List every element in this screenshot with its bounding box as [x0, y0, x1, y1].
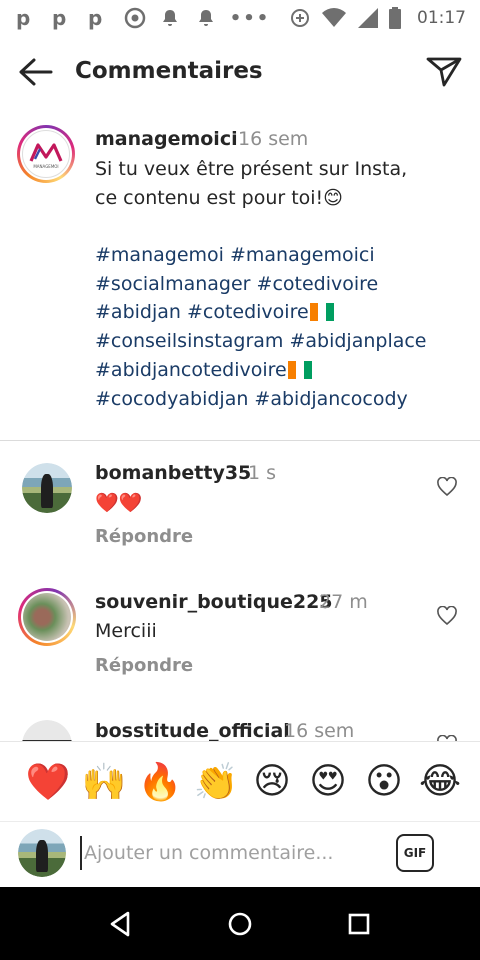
- clock: 01:17: [417, 8, 466, 28]
- brand-logo: MANAGEMOI: [22, 130, 70, 178]
- comment-time: 16 sem: [284, 720, 355, 741]
- data-saver-icon: [291, 9, 309, 27]
- ivory-coast-flag-icon: [287, 360, 312, 379]
- caption-text-line: Si tu veux être présent sur Insta,: [95, 158, 408, 180]
- ivory-coast-flag-icon: [309, 303, 334, 322]
- caption-text: Si tu veux être présent sur Insta, ce co…: [95, 155, 465, 212]
- hashtag-line[interactable]: #managemoi #managemoici: [95, 241, 475, 270]
- svg-text:MANAGEMOI: MANAGEMOI: [33, 164, 58, 169]
- hashtag-line[interactable]: #cocodyabidjan #abidjancocody: [95, 385, 475, 414]
- comment-input[interactable]: [80, 836, 370, 870]
- reaction-raised-hands[interactable]: 🙌: [76, 754, 132, 810]
- hashtag-line[interactable]: #abidjan #cotedivoire: [95, 298, 475, 327]
- quick-reactions-bar: ❤️ 🙌 🔥 👏 😢 😍 😮 😂: [0, 741, 480, 821]
- comment-username[interactable]: souvenir_boutique225: [95, 591, 333, 613]
- page-title: Commentaires: [75, 58, 263, 84]
- hashtag-line[interactable]: #abidjancotedivoire: [95, 356, 475, 385]
- app-header: Commentaires: [0, 36, 480, 108]
- chrome-icon: [124, 0, 160, 36]
- reply-button[interactable]: Répondre: [95, 655, 193, 676]
- send-icon[interactable]: [424, 53, 464, 89]
- reply-button[interactable]: Répondre: [95, 526, 193, 547]
- reaction-laughing[interactable]: 😂: [412, 754, 468, 810]
- hashtag-line[interactable]: #socialmanager #cotedivoire: [95, 270, 475, 299]
- post-caption: MANAGEMOI managemoici 16 sem Si tu veux …: [0, 108, 480, 440]
- reaction-surprised[interactable]: 😮: [356, 754, 412, 810]
- comment-text: ❤️❤️: [95, 492, 143, 514]
- system-nav-bar: [0, 887, 480, 960]
- nav-home-icon[interactable]: [225, 909, 255, 939]
- reaction-clap[interactable]: 👏: [188, 754, 244, 810]
- signal-icon: [358, 8, 378, 28]
- reaction-crying[interactable]: 😢: [244, 754, 300, 810]
- comment-time: 27 m: [319, 591, 368, 613]
- avatar[interactable]: [22, 463, 72, 513]
- comment-composer: GIF: [0, 821, 480, 887]
- reaction-heart[interactable]: ❤️: [20, 754, 76, 810]
- heart-icon[interactable]: [436, 477, 458, 497]
- status-bar: p p p ••• 01:17: [0, 0, 480, 36]
- caption-time: 16 sem: [238, 128, 309, 150]
- comment-username[interactable]: bosstitude_official: [95, 720, 290, 741]
- hashtag-line[interactable]: #conseilsinstagram #abidjanplace: [95, 327, 475, 356]
- heart-icon[interactable]: [436, 606, 458, 626]
- notification-icon: [196, 0, 232, 36]
- hashtag-list: #managemoi #managemoici #socialmanager #…: [95, 241, 475, 413]
- comment-list[interactable]: bomanbetty35 1 s ❤️❤️ Répondre souvenir_…: [0, 441, 480, 741]
- reaction-heart-eyes[interactable]: 😍: [300, 754, 356, 810]
- comment-text: Merciii: [95, 620, 157, 642]
- reaction-fire[interactable]: 🔥: [132, 754, 188, 810]
- status-right-icons: 01:17: [289, 7, 466, 29]
- more-dots-icon: •••: [229, 7, 271, 29]
- notification-icon: [160, 0, 196, 36]
- comment-time: 1 s: [248, 462, 277, 484]
- gif-button[interactable]: GIF: [396, 834, 434, 872]
- p-icon: p: [52, 6, 67, 30]
- p-icon: p: [16, 6, 31, 30]
- avatar[interactable]: [18, 588, 76, 646]
- avatar: [18, 829, 66, 877]
- wifi-icon: [322, 8, 346, 27]
- comment-username[interactable]: bomanbetty35: [95, 462, 251, 484]
- status-left-icons: p p p •••: [16, 0, 268, 36]
- p-icon: p: [88, 6, 103, 30]
- nav-back-icon[interactable]: [106, 909, 136, 939]
- avatar[interactable]: MANAGEMOI: [17, 125, 75, 183]
- avatar[interactable]: [22, 720, 72, 741]
- back-arrow-icon[interactable]: [16, 56, 54, 88]
- battery-icon: [389, 7, 401, 29]
- nav-recents-icon[interactable]: [344, 909, 374, 939]
- caption-text-line: ce contenu est pour toi!😊: [95, 186, 343, 209]
- caption-username[interactable]: managemoici: [95, 128, 238, 150]
